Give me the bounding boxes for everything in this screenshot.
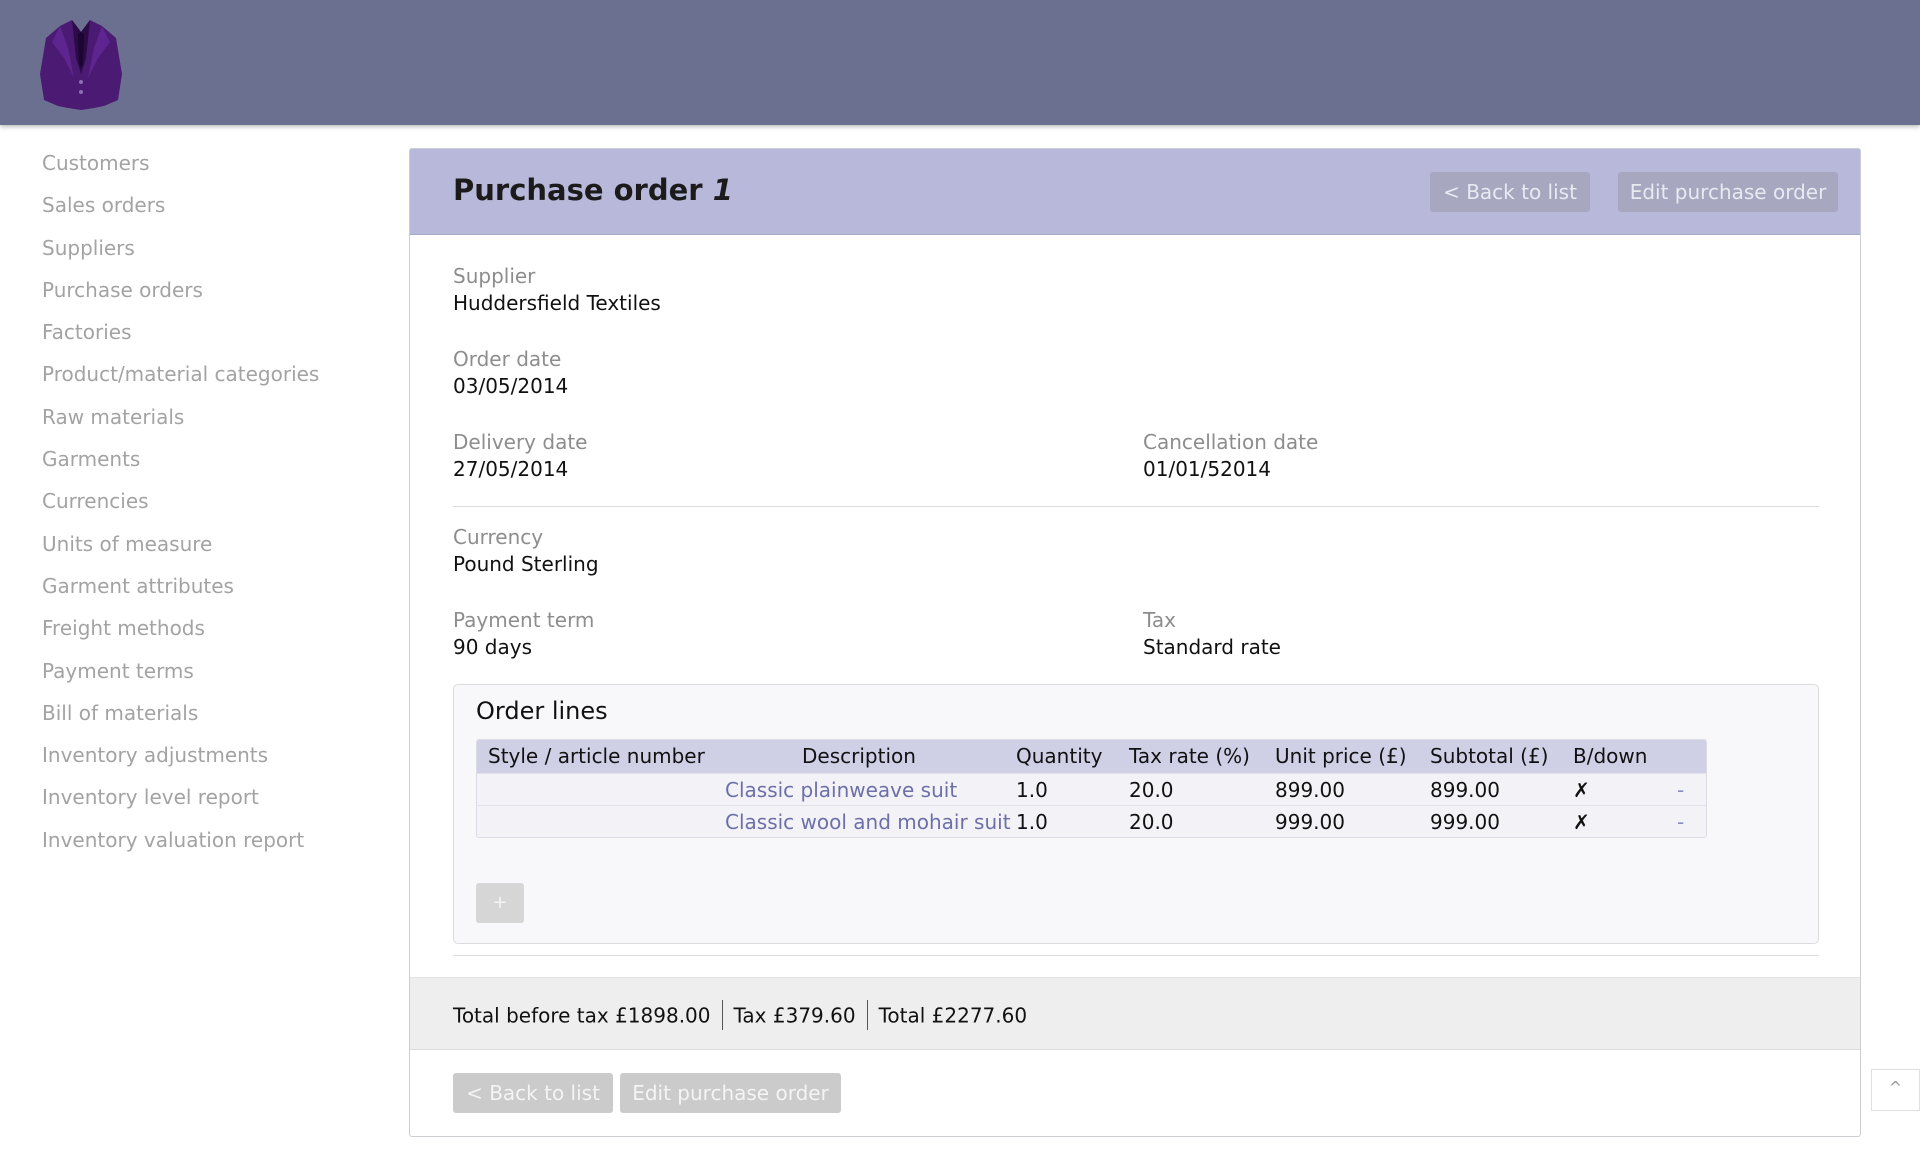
order-lines-table: Style / article number Description Quant… bbox=[476, 739, 1707, 838]
grand-total: Total £2277.60 bbox=[878, 1003, 1028, 1028]
sidebar-item-currencies[interactable]: Currencies bbox=[42, 480, 382, 522]
page-title-text: Purchase order bbox=[453, 173, 703, 207]
order-date-label: Order date bbox=[453, 347, 562, 371]
subtotal-cell: 999.00 bbox=[1430, 810, 1500, 834]
order-date-value: 03/05/2014 bbox=[453, 374, 569, 398]
remove-line-button[interactable]: - bbox=[1677, 774, 1684, 806]
total-before-tax: Total before tax £1898.00 bbox=[453, 1003, 711, 1028]
sidebar-item-garment-attributes[interactable]: Garment attributes bbox=[42, 565, 382, 607]
tax-label: Tax bbox=[1143, 608, 1176, 632]
table-row: Classic plainweave suit 1.0 20.0 899.00 … bbox=[477, 773, 1706, 805]
caret-up-icon: ^ bbox=[1888, 1078, 1903, 1097]
footer-back-to-list-button[interactable]: < Back to list bbox=[453, 1073, 613, 1113]
suit-jacket-icon[interactable] bbox=[38, 18, 124, 110]
purchase-order-panel: Purchase order 1 < Back to list Edit pur… bbox=[409, 148, 1861, 1137]
cancellation-date-label: Cancellation date bbox=[1143, 430, 1319, 454]
column-header: Quantity bbox=[1016, 744, 1103, 768]
column-header: Subtotal (£) bbox=[1430, 744, 1549, 768]
sidebar-item-suppliers[interactable]: Suppliers bbox=[42, 227, 382, 269]
column-header: Tax rate (%) bbox=[1129, 744, 1250, 768]
page-title: Purchase order 1 bbox=[453, 173, 733, 207]
description-link[interactable]: Classic wool and mohair suit bbox=[725, 806, 1011, 837]
sidebar-item-factories[interactable]: Factories bbox=[42, 311, 382, 353]
breakdown-cross-icon[interactable]: ✗ bbox=[1573, 806, 1590, 837]
order-lines-title: Order lines bbox=[476, 697, 608, 725]
table-header: Style / article number Description Quant… bbox=[477, 740, 1706, 773]
delivery-date-label: Delivery date bbox=[453, 430, 588, 454]
sidebar-item-inventory-level-report[interactable]: Inventory level report bbox=[42, 776, 382, 818]
edit-purchase-order-button[interactable]: Edit purchase order bbox=[1618, 172, 1838, 212]
breakdown-cross-icon[interactable]: ✗ bbox=[1573, 774, 1590, 806]
sidebar-item-purchase-orders[interactable]: Purchase orders bbox=[42, 269, 382, 311]
separator bbox=[866, 1000, 868, 1030]
order-number: 1 bbox=[712, 173, 733, 207]
unit-price-cell: 899.00 bbox=[1275, 778, 1345, 802]
totals-bar: Total before tax £1898.00 Tax £379.60 Tota… bbox=[410, 977, 1860, 1050]
supplier-label: Supplier bbox=[453, 264, 536, 288]
sidebar-item-inventory-adjustments[interactable]: Inventory adjustments bbox=[42, 734, 382, 776]
order-lines-section: Order lines Style / article number Descr… bbox=[453, 684, 1819, 944]
tax-rate-cell: 20.0 bbox=[1129, 810, 1174, 834]
back-to-list-button[interactable]: < Back to list bbox=[1430, 172, 1590, 212]
currency-label: Currency bbox=[453, 525, 544, 549]
footer-edit-purchase-order-button[interactable]: Edit purchase order bbox=[620, 1073, 841, 1113]
sidebar-item-inventory-valuation-report[interactable]: Inventory valuation report bbox=[42, 819, 382, 861]
sidebar-item-payment-terms[interactable]: Payment terms bbox=[42, 650, 382, 692]
column-header: Style / article number bbox=[488, 744, 705, 768]
totals-summary: Total before tax £1898.00 Tax £379.60 Tota… bbox=[453, 1000, 1028, 1032]
payment-term-value: 90 days bbox=[453, 635, 533, 659]
column-header: B/down bbox=[1573, 744, 1648, 768]
column-header: Description bbox=[802, 744, 916, 768]
divider bbox=[453, 955, 1819, 956]
subtotal-cell: 899.00 bbox=[1430, 778, 1500, 802]
column-header: Unit price (£) bbox=[1275, 744, 1407, 768]
tax-total: Tax £379.60 bbox=[733, 1003, 856, 1028]
sidebar-item-freight-methods[interactable]: Freight methods bbox=[42, 607, 382, 649]
sidebar-item-bill-of-materials[interactable]: Bill of materials bbox=[42, 692, 382, 734]
sidebar-item-garments[interactable]: Garments bbox=[42, 438, 382, 480]
sidebar-item-raw-materials[interactable]: Raw materials bbox=[42, 396, 382, 438]
divider bbox=[453, 506, 1819, 507]
scroll-to-top-button[interactable]: ^ bbox=[1871, 1069, 1920, 1111]
tax-value: Standard rate bbox=[1143, 635, 1281, 659]
payment-term-label: Payment term bbox=[453, 608, 595, 632]
sidebar-item-customers[interactable]: Customers bbox=[42, 142, 382, 184]
cancellation-date-value: 01/01/52014 bbox=[1143, 457, 1271, 481]
table-row: Classic wool and mohair suit 1.0 20.0 99… bbox=[477, 805, 1706, 837]
description-link[interactable]: Classic plainweave suit bbox=[725, 774, 957, 806]
delivery-date-value: 27/05/2014 bbox=[453, 457, 569, 481]
currency-value: Pound Sterling bbox=[453, 552, 599, 576]
unit-price-cell: 999.00 bbox=[1275, 810, 1345, 834]
sidebar-item-sales-orders[interactable]: Sales orders bbox=[42, 184, 382, 226]
sidebar-item-product-material-categories[interactable]: Product/material categories bbox=[42, 353, 382, 395]
remove-line-button[interactable]: - bbox=[1677, 806, 1684, 837]
quantity-cell: 1.0 bbox=[1016, 810, 1048, 834]
sidebar-nav: Customers Sales orders Suppliers Purchas… bbox=[42, 142, 382, 861]
sidebar-item-units-of-measure[interactable]: Units of measure bbox=[42, 523, 382, 565]
tax-rate-cell: 20.0 bbox=[1129, 778, 1174, 802]
supplier-value: Huddersfield Textiles bbox=[453, 291, 661, 315]
add-line-button[interactable]: + bbox=[476, 883, 524, 923]
quantity-cell: 1.0 bbox=[1016, 778, 1048, 802]
panel-header: Purchase order 1 < Back to list Edit pur… bbox=[410, 149, 1860, 235]
top-bar bbox=[0, 0, 1920, 125]
separator bbox=[721, 1000, 723, 1030]
